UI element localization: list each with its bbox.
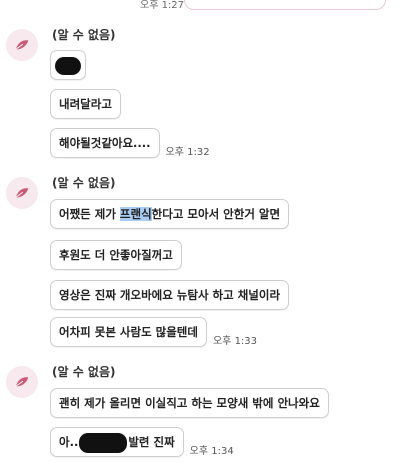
chat-message[interactable]: 어쨌든 제가 프랜식한다고 모아서 안한거 알면	[50, 199, 290, 229]
chat-message[interactable]: 내려달라고	[50, 89, 121, 119]
message-timestamp: 오후 1:34	[189, 446, 234, 457]
leaf-icon	[15, 40, 29, 50]
avatar[interactable]	[6, 29, 38, 61]
message-bubble[interactable]: 내려달라고	[50, 89, 121, 119]
sender-name: (알 수 없음)	[52, 176, 116, 190]
message-bubble[interactable]: 해야될것같아요....	[50, 128, 160, 158]
message-bubble[interactable]	[50, 50, 86, 80]
chat-message[interactable]: 영상은 진짜 개오바에요 뉴탐사 하고 채널이라	[50, 280, 290, 310]
message-bubble[interactable]: 후원도 더 안좋아질꺼고	[50, 240, 182, 270]
message-timestamp: 오후 1:33	[212, 336, 258, 347]
message-text: 어쨌든 제가	[59, 207, 120, 221]
redacted-content	[55, 56, 81, 75]
chat-message[interactable]: 후원도 더 안좋아질꺼고	[50, 240, 182, 270]
message-text: 발련 진짜	[128, 435, 175, 449]
leaf-icon	[15, 377, 29, 387]
message-text: 한다고 모아서 안한거 알면	[151, 207, 281, 221]
redacted-content	[79, 432, 128, 453]
chat-message[interactable]	[50, 50, 86, 80]
sender-name: (알 수 없음)	[52, 365, 116, 379]
avatar[interactable]	[6, 177, 38, 209]
sender-name: (알 수 없음)	[52, 28, 116, 42]
chat-message[interactable]: 해야될것같아요.... 오후 1:32	[50, 128, 210, 158]
previous-message-bubble[interactable]	[184, 0, 386, 10]
message-timestamp: 오후 1:27	[140, 0, 185, 11]
chat-message[interactable]: 아.. 발련 진짜 오후 1:34	[50, 427, 234, 457]
message-bubble[interactable]: 어차피 못본 사람도 많을텐데	[50, 317, 207, 347]
leaf-icon	[15, 188, 29, 198]
chat-message[interactable]: 괜히 제가 올리면 이실직고 하는 모양새 밖에 안나와요	[50, 388, 329, 418]
message-timestamp: 오후 1:32	[165, 147, 210, 158]
message-bubble[interactable]: 어쨌든 제가 프랜식한다고 모아서 안한거 알면	[50, 199, 290, 229]
message-bubble[interactable]: 괜히 제가 올리면 이실직고 하는 모양새 밖에 안나와요	[50, 388, 329, 418]
avatar[interactable]	[6, 366, 38, 398]
chat-message[interactable]: 어차피 못본 사람도 많을텐데 오후 1:33	[50, 317, 257, 347]
message-bubble[interactable]: 아.. 발련 진짜	[50, 427, 184, 457]
message-text: 아..	[59, 435, 79, 449]
selected-text[interactable]: 프랜식	[119, 207, 152, 221]
message-bubble[interactable]: 영상은 진짜 개오바에요 뉴탐사 하고 채널이라	[50, 280, 290, 310]
